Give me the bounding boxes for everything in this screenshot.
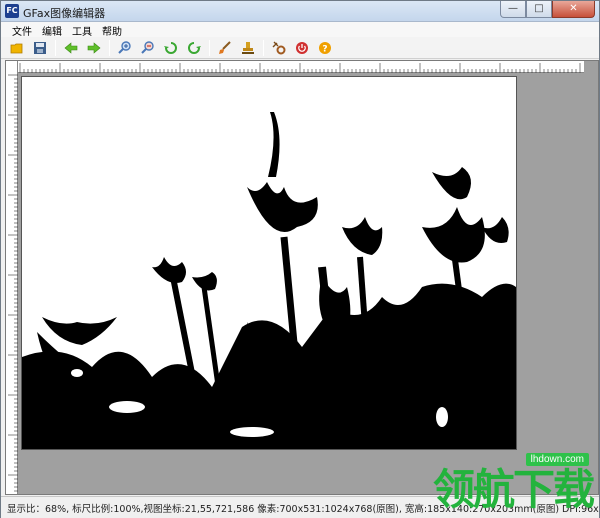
- settings-icon: [272, 41, 286, 54]
- zoom-in-button[interactable]: [115, 38, 135, 57]
- vertical-ruler: [6, 61, 18, 494]
- prev-button[interactable]: [61, 38, 81, 57]
- menu-help[interactable]: 帮助: [97, 22, 127, 38]
- minimize-button[interactable]: —: [500, 1, 526, 18]
- brush-button[interactable]: [215, 38, 235, 57]
- zoom-out-button[interactable]: [138, 38, 158, 57]
- zoom-out-icon: [141, 40, 154, 54]
- menu-tools[interactable]: 工具: [67, 22, 97, 38]
- help-icon: ?: [319, 41, 331, 54]
- stamp-button[interactable]: [238, 38, 258, 57]
- toolbar-separator: [209, 39, 210, 56]
- power-icon: [296, 41, 308, 54]
- open-icon: [10, 43, 23, 53]
- app-window: FC GFax图像编辑器 — □ ✕ 文件 编辑 工具 帮助 ? 显示比：68%…: [0, 0, 600, 518]
- settings-button[interactable]: [269, 38, 289, 57]
- next-arrow-icon: [87, 41, 101, 54]
- toolbar-separator: [109, 39, 110, 56]
- menu-edit[interactable]: 编辑: [37, 22, 67, 38]
- save-button[interactable]: [30, 38, 50, 57]
- menu-file[interactable]: 文件: [7, 22, 37, 38]
- watermark-label: 领航下载: [432, 465, 595, 514]
- toolbar-separator: [55, 39, 56, 56]
- window-controls: — □ ✕: [500, 1, 595, 18]
- prev-arrow-icon: [64, 41, 78, 54]
- menu-bar: 文件 编辑 工具 帮助: [1, 22, 599, 38]
- maximize-button[interactable]: □: [526, 1, 552, 18]
- rotate-left-button[interactable]: [161, 38, 181, 57]
- next-button[interactable]: [84, 38, 104, 57]
- image-workspace[interactable]: [5, 60, 599, 495]
- window-title: GFax图像编辑器: [23, 7, 106, 20]
- help-button[interactable]: ?: [315, 38, 335, 57]
- fax-image: [22, 77, 516, 449]
- close-button[interactable]: ✕: [552, 1, 595, 18]
- toolbar: ?: [1, 37, 599, 59]
- open-button[interactable]: [7, 38, 27, 57]
- svg-text:?: ?: [322, 44, 327, 54]
- horizontal-ruler: [6, 61, 584, 73]
- vertical-ruler-ticks: [8, 74, 18, 492]
- image-canvas[interactable]: [22, 77, 516, 449]
- power-button[interactable]: [292, 38, 312, 57]
- save-icon: [34, 41, 46, 54]
- watermark: lhdown.com 领航下载: [403, 453, 595, 514]
- app-icon: FC: [5, 4, 19, 18]
- stamp-icon: [242, 41, 254, 54]
- brush-icon: [219, 40, 231, 54]
- rotate-right-icon: [188, 41, 201, 54]
- horizontal-ruler-ticks: [19, 63, 581, 73]
- rotate-left-icon: [164, 41, 177, 54]
- ruler-corner: [584, 61, 598, 73]
- title-bar[interactable]: FC GFax图像编辑器 — □ ✕: [1, 1, 599, 22]
- toolbar-separator: [263, 39, 264, 56]
- zoom-in-icon: [118, 40, 131, 54]
- rotate-right-button[interactable]: [184, 38, 204, 57]
